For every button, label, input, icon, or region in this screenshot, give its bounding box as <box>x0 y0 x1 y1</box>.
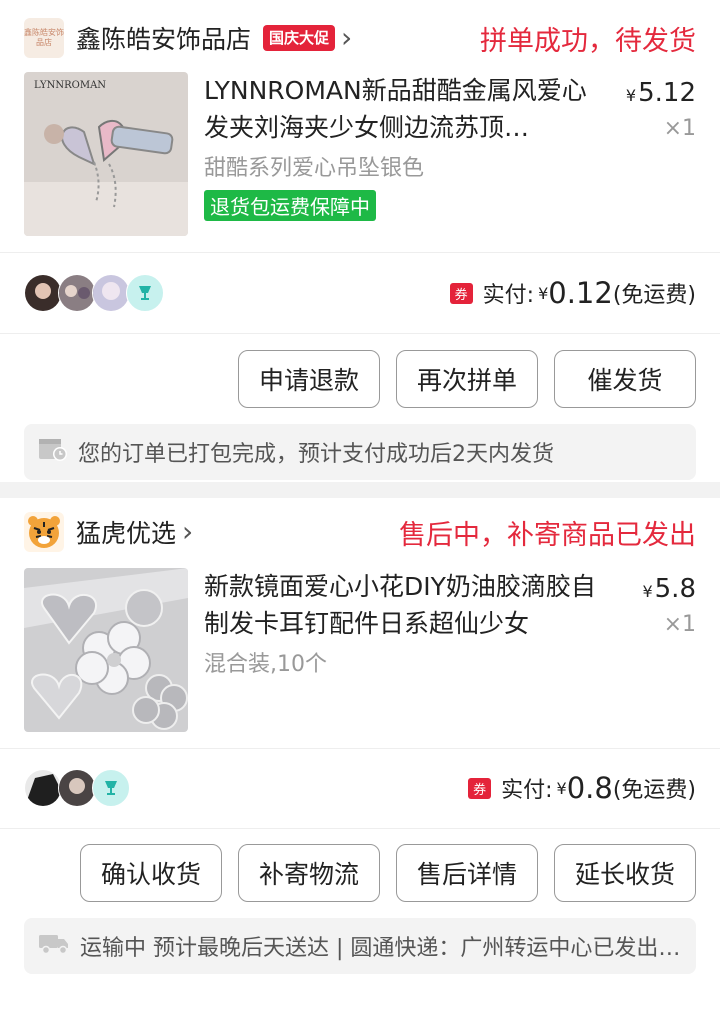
cup-icon <box>126 274 164 312</box>
paid-label: 实付: <box>501 778 553 803</box>
shop-header[interactable]: 猛虎优选 › 售后中，补寄商品已发出 <box>24 510 696 554</box>
logistics-text: 运输中 预计最晚后天送达 | 圆通快递：广州转运中心已发出，下一站… <box>80 936 696 961</box>
group-avatars <box>24 274 164 312</box>
refund-button[interactable]: 申请退款 <box>238 350 380 408</box>
shipping-note: (免运费) <box>612 283 696 308</box>
avatar <box>24 769 62 807</box>
shop-name[interactable]: 猛虎优选 <box>76 514 176 550</box>
shop-header[interactable]: 鑫陈皓安饰品店 鑫陈皓安饰品店 国庆大促 › 拼单成功，待发货 <box>24 16 696 60</box>
product-sku: 甜酷系列爱心吊坠银色 <box>204 156 425 181</box>
product-title[interactable]: LYNNROMAN新品甜酷金属风爱心发夹刘海夹少女侧边流苏顶… <box>204 72 608 146</box>
chevron-right-icon[interactable]: › <box>341 24 352 52</box>
avatar <box>92 274 130 312</box>
shipping-note: (免运费) <box>612 778 696 803</box>
divider <box>0 252 720 253</box>
notice-text: 您的订单已打包完成，预计支付成功后2天内发货 <box>78 442 554 467</box>
coupon-badge: 券 <box>449 282 473 304</box>
divider <box>0 748 720 749</box>
product-title[interactable]: 新款镜面爱心小花DIY奶油胶滴胶自制发卡耳钉配件日系超仙少女 <box>204 568 608 642</box>
chevron-right-icon[interactable]: › <box>182 518 193 546</box>
confirm-receipt-button[interactable]: 确认收货 <box>80 844 222 902</box>
after-sales-detail-button[interactable]: 售后详情 <box>396 844 538 902</box>
cup-icon <box>92 769 130 807</box>
price-value: 5.12 <box>638 78 696 108</box>
price-value: 5.8 <box>654 574 696 604</box>
order-card-2: 猛虎优选 › 售后中，补寄商品已发出 新款镜面爱心小花DIY奶油胶滴胶自制发卡耳… <box>0 498 720 1014</box>
paid-value: 0.12 <box>548 276 613 310</box>
package-notice-icon <box>38 436 68 468</box>
product-info: 新款镜面爱心小花DIY奶油胶滴胶自制发卡耳钉配件日系超仙少女 ¥5.8 ×1 混… <box>204 568 696 732</box>
shop-name[interactable]: 鑫陈皓安饰品店 <box>76 20 251 56</box>
order-card-1: 鑫陈皓安饰品店 鑫陈皓安饰品店 国庆大促 › 拼单成功，待发货 LYNNROMA… <box>0 0 720 482</box>
product-info: LYNNROMAN新品甜酷金属风爱心发夹刘海夹少女侧边流苏顶… ¥5.12 ×1… <box>204 72 696 236</box>
order-actions: 申请退款 再次拼单 催发货 <box>238 350 696 408</box>
product-price: ¥5.12 <box>626 78 696 108</box>
order-actions: 确认收货 补寄物流 售后详情 延长收货 <box>80 844 696 902</box>
product-image[interactable]: LYNNROMAN <box>24 72 188 236</box>
order-notice[interactable]: 您的订单已打包完成，预计支付成功后2天内发货 <box>24 424 696 480</box>
coupon-badge: 券 <box>468 777 492 799</box>
group-avatars <box>24 769 130 807</box>
urge-shipping-button[interactable]: 催发货 <box>554 350 696 408</box>
promo-badge: 国庆大促 <box>263 25 336 51</box>
regroup-button[interactable]: 再次拼单 <box>396 350 538 408</box>
return-shipping-badge: 退货包运费保障中 <box>204 190 376 221</box>
thumb-brand-text: LYNNROMAN <box>34 80 106 91</box>
product-price: ¥5.8 <box>642 574 696 604</box>
divider <box>0 828 720 829</box>
reship-logistics-button[interactable]: 补寄物流 <box>238 844 380 902</box>
order-status: 拼单成功，待发货 <box>480 25 696 57</box>
product-item[interactable]: LYNNROMAN LYNNROMAN新品甜酷金属风爱心发夹刘海夹少女侧边流苏顶… <box>24 72 696 236</box>
product-item[interactable]: 新款镜面爱心小花DIY奶油胶滴胶自制发卡耳钉配件日系超仙少女 ¥5.8 ×1 混… <box>24 568 696 732</box>
avatar <box>24 274 62 312</box>
payment-row: 券 实付: ¥ 0.8 (免运费) <box>24 768 696 808</box>
product-qty: ×1 <box>663 116 696 141</box>
currency-symbol: ¥ <box>538 283 549 303</box>
order-status: 售后中，补寄商品已发出 <box>399 519 696 551</box>
shop-logo: 鑫陈皓安饰品店 <box>24 18 64 58</box>
truck-icon <box>38 931 70 961</box>
product-image[interactable] <box>24 568 188 732</box>
paid-label: 实付: <box>482 283 535 308</box>
extend-receipt-button[interactable]: 延长收货 <box>554 844 696 902</box>
payment-row: 券 实付: ¥ 0.12 (免运费) <box>24 273 696 313</box>
paid-amount: 券 实付: ¥ 0.12 (免运费) <box>449 276 696 310</box>
price-symbol: ¥ <box>625 86 637 105</box>
product-qty: ×1 <box>663 612 696 637</box>
card-gap <box>0 482 720 498</box>
logistics-notice[interactable]: 运输中 预计最晚后天送达 | 圆通快递：广州转运中心已发出，下一站… <box>24 918 696 974</box>
product-sku: 混合装,10个 <box>204 652 327 677</box>
paid-amount: 券 实付: ¥ 0.8 (免运费) <box>468 771 696 805</box>
divider <box>0 333 720 334</box>
shop-logo <box>24 512 64 552</box>
price-symbol: ¥ <box>642 582 653 601</box>
paid-value: 0.8 <box>566 771 613 805</box>
shop-logo-text: 鑫陈皓安饰品店 <box>24 28 64 47</box>
currency-symbol: ¥ <box>556 778 567 798</box>
avatar <box>58 769 96 807</box>
avatar <box>58 274 96 312</box>
